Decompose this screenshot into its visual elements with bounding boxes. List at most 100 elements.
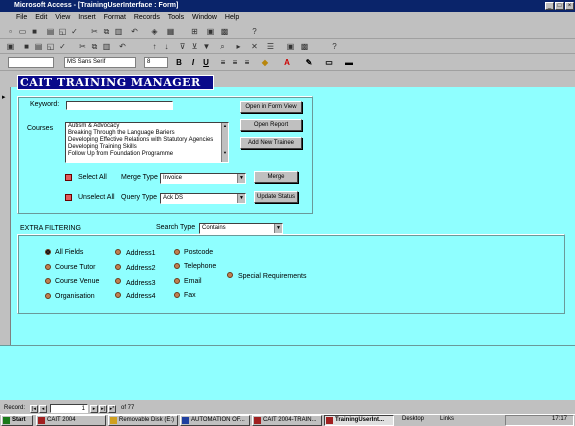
sort-ascending-icon[interactable]: ↑: [150, 42, 159, 51]
undo-icon[interactable]: ↶: [118, 42, 127, 51]
taskbar-item[interactable]: AUTOMATION OF...: [180, 415, 250, 426]
next-record-button[interactable]: ▸: [90, 405, 98, 413]
query-type-select[interactable]: Ack DS ▼: [160, 193, 246, 204]
merge-type-select[interactable]: Invoice ▼: [160, 173, 246, 184]
course-item[interactable]: Autism & Advocacy: [66, 123, 228, 130]
bold-button[interactable]: B: [174, 57, 184, 68]
start-button[interactable]: Start: [1, 415, 33, 426]
special-requirements-radio[interactable]: [227, 272, 233, 278]
maximize-button[interactable]: □: [555, 2, 564, 10]
address2-radio[interactable]: [115, 264, 121, 270]
italic-button[interactable]: I: [188, 57, 198, 68]
database-window-icon[interactable]: ▣: [206, 27, 215, 36]
align-left-icon[interactable]: ≡: [218, 57, 228, 68]
view-icon[interactable]: ▣: [6, 42, 15, 51]
special-effect-icon[interactable]: ▬: [344, 57, 354, 68]
line-width-icon[interactable]: ▭: [324, 57, 334, 68]
previous-record-button[interactable]: ◂: [39, 405, 47, 413]
delete-record-icon[interactable]: ✕: [250, 42, 259, 51]
cut-icon[interactable]: ✂: [78, 42, 87, 51]
open-form-view-button[interactable]: Open in Form View: [240, 101, 302, 113]
menu-records[interactable]: Records: [134, 14, 160, 21]
menu-edit[interactable]: Edit: [35, 14, 47, 21]
select-all-checkbox[interactable]: [65, 174, 72, 181]
paste-icon[interactable]: ▥: [114, 27, 123, 36]
add-new-trainee-button[interactable]: Add New Trainee: [240, 137, 302, 149]
all-fields-radio[interactable]: [45, 249, 51, 255]
desktop-toolbar[interactable]: Desktop: [402, 416, 424, 422]
copy-icon[interactable]: ⧉: [102, 27, 111, 36]
course-item[interactable]: Developing Effective Relations with Stat…: [66, 137, 228, 144]
dropdown-arrow-icon[interactable]: ▼: [274, 224, 282, 233]
apply-filter-icon[interactable]: ▼: [202, 42, 211, 51]
scroll-down-icon[interactable]: ▼: [222, 150, 228, 156]
font-color-icon[interactable]: A: [282, 57, 292, 68]
new-record-button[interactable]: ▸*: [108, 405, 116, 413]
save-icon[interactable]: ■: [22, 42, 31, 51]
font-name-select[interactable]: MS Sans Serif: [64, 57, 136, 68]
open-report-button[interactable]: Open Report: [240, 119, 302, 131]
first-record-button[interactable]: |◂: [30, 405, 38, 413]
line-color-icon[interactable]: ✎: [304, 57, 314, 68]
merge-button[interactable]: Merge: [254, 171, 298, 183]
last-record-button[interactable]: ▸|: [99, 405, 107, 413]
object-selector[interactable]: [8, 57, 54, 68]
taskbar-item[interactable]: CAIT 2004: [36, 415, 106, 426]
address3-radio[interactable]: [115, 278, 121, 284]
taskbar-item[interactable]: CAIT 2004-TRAIN...: [252, 415, 322, 426]
courses-scrollbar[interactable]: ▲ ▼: [221, 123, 228, 162]
course-item[interactable]: Follow Up from Foundation Programme: [66, 151, 228, 158]
sort-descending-icon[interactable]: ↓: [162, 42, 171, 51]
filter-by-selection-icon[interactable]: ⊽: [178, 42, 187, 51]
email-radio[interactable]: [174, 278, 180, 284]
dropdown-arrow-icon[interactable]: ▼: [237, 174, 245, 183]
new-icon[interactable]: ▫: [6, 27, 15, 36]
new-record-icon[interactable]: ▸: [234, 42, 243, 51]
menu-format[interactable]: Format: [104, 14, 126, 21]
copy-icon[interactable]: ⧉: [90, 42, 99, 51]
keyword-input[interactable]: [66, 101, 173, 110]
taskbar-item[interactable]: Removable Disk (E:): [108, 415, 178, 426]
print-preview-icon[interactable]: ◱: [58, 27, 67, 36]
current-record-input[interactable]: 1: [50, 404, 88, 413]
telephone-radio[interactable]: [174, 263, 180, 269]
address4-radio[interactable]: [115, 292, 121, 298]
menu-window[interactable]: Window: [192, 14, 217, 21]
course-item[interactable]: Developing Training Skills: [66, 144, 228, 151]
search-type-select[interactable]: Contains ▼: [199, 223, 283, 234]
organisation-radio[interactable]: [45, 293, 51, 299]
open-icon[interactable]: ▭: [18, 27, 27, 36]
course-venue-radio[interactable]: [45, 278, 51, 284]
database-window-icon[interactable]: ▣: [286, 42, 295, 51]
fill-color-icon[interactable]: ◆: [260, 57, 270, 68]
print-icon[interactable]: ▤: [34, 42, 43, 51]
update-status-button[interactable]: Update Status: [254, 191, 298, 203]
postcode-radio[interactable]: [174, 249, 180, 255]
help-icon[interactable]: ?: [330, 42, 339, 51]
taskbar-item-active[interactable]: TrainingUserInt...: [324, 415, 394, 426]
links-toolbar[interactable]: Links: [440, 416, 454, 422]
menu-insert[interactable]: Insert: [78, 14, 96, 21]
menu-help[interactable]: Help: [225, 14, 239, 21]
dropdown-arrow-icon[interactable]: ▼: [237, 194, 245, 203]
fax-radio[interactable]: [174, 292, 180, 298]
print-icon[interactable]: ▤: [46, 27, 55, 36]
address1-radio[interactable]: [115, 249, 121, 255]
close-button[interactable]: ×: [565, 2, 574, 10]
office-links-icon[interactable]: ◈: [150, 27, 159, 36]
minimize-button[interactable]: _: [545, 2, 554, 10]
find-icon[interactable]: ⌕: [218, 42, 227, 51]
spelling-icon[interactable]: ✓: [58, 42, 67, 51]
properties-icon[interactable]: ☰: [266, 42, 275, 51]
course-tutor-radio[interactable]: [45, 264, 51, 270]
scroll-up-icon[interactable]: ▲: [222, 123, 228, 129]
align-center-icon[interactable]: ≡: [230, 57, 240, 68]
spelling-icon[interactable]: ✓: [70, 27, 79, 36]
save-icon[interactable]: ■: [30, 27, 39, 36]
font-size-select[interactable]: 8: [144, 57, 168, 68]
align-right-icon[interactable]: ≡: [242, 57, 252, 68]
new-object-icon[interactable]: ▩: [300, 42, 309, 51]
print-preview-icon[interactable]: ◱: [46, 42, 55, 51]
new-object-icon[interactable]: ▩: [220, 27, 229, 36]
filter-by-form-icon[interactable]: ⊻: [190, 42, 199, 51]
